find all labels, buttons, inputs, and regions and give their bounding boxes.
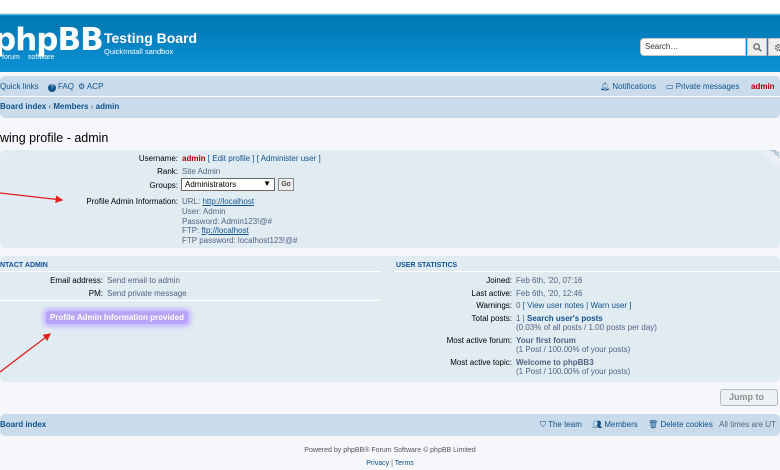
annotation-arrow-1 [0,192,64,204]
annotation-arrows [0,192,64,373]
annotation-arrow-2 [0,333,52,373]
